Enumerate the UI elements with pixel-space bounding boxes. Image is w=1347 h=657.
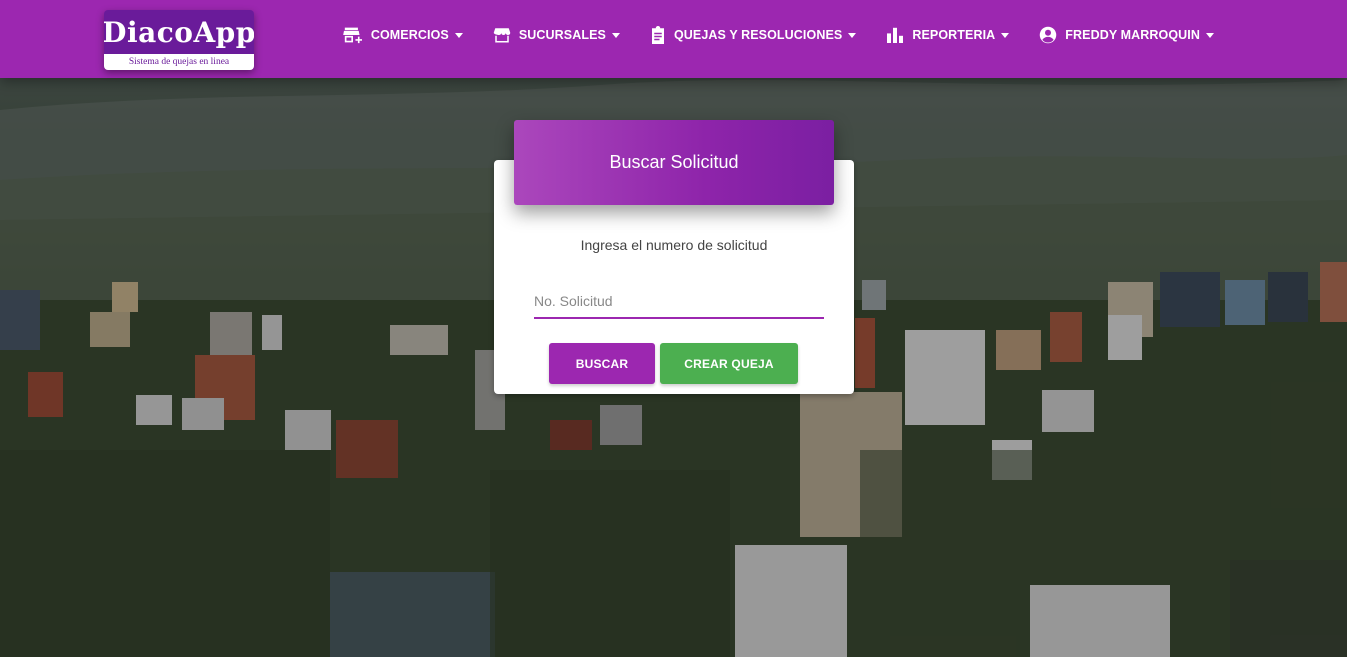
app-logo[interactable]: DiacoApp Sistema de quejas en linea bbox=[104, 10, 254, 70]
logo-title: DiacoApp bbox=[104, 10, 254, 54]
nav-user-menu[interactable]: FREDDY MARROQUIN bbox=[1024, 15, 1229, 55]
chevron-down-icon bbox=[611, 32, 620, 38]
card-title: Buscar Solicitud bbox=[609, 152, 739, 172]
search-button[interactable]: BUSCAR bbox=[549, 343, 655, 384]
chevron-down-icon bbox=[848, 32, 857, 38]
clipboard-icon bbox=[651, 26, 664, 44]
request-number-input[interactable] bbox=[534, 285, 824, 319]
create-complaint-button[interactable]: CREAR QUEJA bbox=[660, 343, 798, 384]
nav-comercios-label: COMERCIOS bbox=[370, 28, 449, 42]
card-subtitle: Ingresa el numero de solicitud bbox=[580, 237, 768, 253]
nav-quejas-label: QUEJAS Y RESOLUCIONES bbox=[673, 28, 843, 42]
nav-reporteria-label: REPORTERIA bbox=[912, 28, 996, 42]
nav-user-label: FREDDY MARROQUIN bbox=[1065, 28, 1200, 42]
top-navbar: DiacoApp Sistema de quejas en linea COME… bbox=[0, 0, 1347, 78]
chevron-down-icon bbox=[1206, 32, 1214, 38]
main-nav: COMERCIOS SUCURSALES QUEJAS Y RESOLUCION… bbox=[328, 0, 1229, 70]
nav-sucursales[interactable]: SUCURSALES bbox=[478, 15, 635, 55]
logo-tagline: Sistema de quejas en linea bbox=[104, 54, 254, 70]
card-header: Buscar Solicitud bbox=[514, 120, 834, 205]
storefront-icon bbox=[493, 28, 511, 43]
chevron-down-icon bbox=[1001, 32, 1010, 38]
store-add-icon bbox=[343, 27, 362, 44]
nav-sucursales-label: SUCURSALES bbox=[518, 28, 606, 42]
nav-comercios[interactable]: COMERCIOS bbox=[328, 15, 478, 55]
chevron-down-icon bbox=[454, 32, 463, 38]
account-circle-icon bbox=[1040, 26, 1057, 44]
nav-quejas[interactable]: QUEJAS Y RESOLUCIONES bbox=[635, 15, 871, 55]
nav-reporteria[interactable]: REPORTERIA bbox=[871, 15, 1024, 55]
bar-chart-icon bbox=[887, 27, 904, 43]
